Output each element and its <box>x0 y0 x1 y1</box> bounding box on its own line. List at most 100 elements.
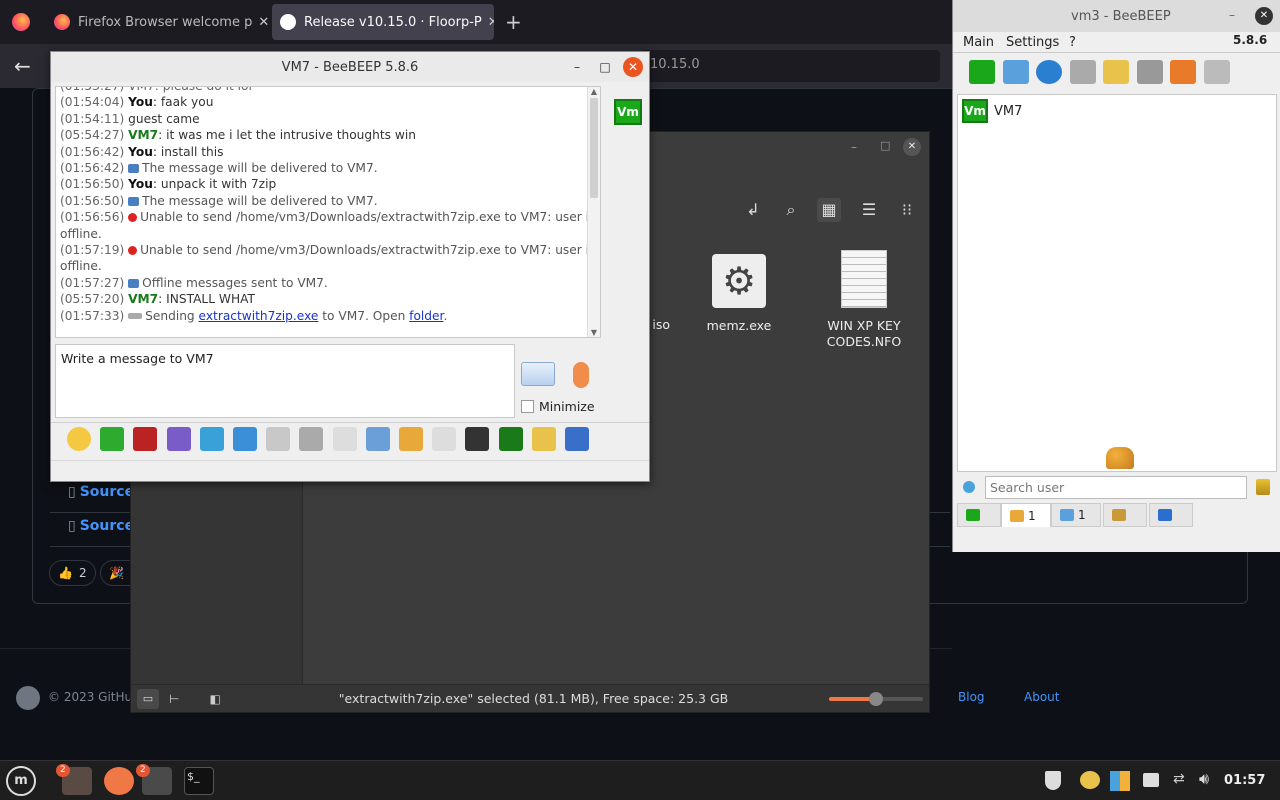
menu-help[interactable]: ? <box>1069 35 1076 50</box>
message-input[interactable]: Write a message to VM7 <box>55 344 515 418</box>
shield-icon[interactable] <box>1045 771 1061 790</box>
firefox-icon[interactable] <box>12 13 30 31</box>
github-logo-icon[interactable] <box>16 686 40 710</box>
footer-link-blog[interactable]: Blog <box>958 690 985 704</box>
send-folder-icon[interactable] <box>399 427 423 451</box>
user-list-item[interactable]: Vm VM7 <box>962 99 1022 123</box>
timestamp: (01:57:33) <box>60 308 125 323</box>
plugins-icon[interactable] <box>1136 60 1163 84</box>
list-view-icon[interactable]: ☰ <box>857 198 881 222</box>
users-tab[interactable]: 1 <box>1001 503 1051 527</box>
grid-view-icon[interactable]: ▦ <box>817 198 841 222</box>
highlight-icon[interactable] <box>100 427 125 451</box>
tab-firefox-welcome[interactable]: Firefox Browser welcome p ✕ <box>46 4 268 40</box>
file-link[interactable]: extractwith7zip.exe <box>199 309 319 323</box>
network-icon[interactable] <box>1036 60 1062 84</box>
send-file-icon[interactable] <box>365 427 390 451</box>
close-icon[interactable]: ✕ <box>1255 7 1273 25</box>
clear-search-icon[interactable] <box>1256 479 1270 495</box>
reaction-thumbs-up[interactable]: 👍 2 <box>49 560 96 586</box>
code-icon[interactable] <box>432 427 457 451</box>
minimize-icon[interactable]: – <box>569 59 585 75</box>
minimize-checkbox[interactable] <box>521 400 534 413</box>
scroll-thumb[interactable] <box>590 98 598 198</box>
tree-icon[interactable]: ⊢ <box>169 692 179 706</box>
settings-icon[interactable] <box>233 427 257 451</box>
search-icon[interactable]: ⌕ <box>779 198 803 222</box>
beebeep-taskbar-icon[interactable]: 2 <box>136 764 172 795</box>
zoom-slider-handle[interactable] <box>869 692 883 706</box>
chat-log: (01:53:27) VM7: please do it lol (01:54:… <box>55 86 601 338</box>
close-tab-icon[interactable]: ✕ <box>252 15 268 30</box>
network-icon[interactable]: ⇄ <box>1173 771 1185 787</box>
footer-link-about[interactable]: About <box>1024 690 1059 704</box>
search-user-field[interactable]: Search user <box>985 476 1247 499</box>
minimize-icon[interactable]: – <box>1229 8 1235 22</box>
archive-icon[interactable] <box>1203 60 1230 84</box>
floorp-taskbar-icon[interactable] <box>104 767 134 795</box>
beebeep-tray-icon[interactable] <box>1080 771 1100 789</box>
emoticon-icon[interactable] <box>67 427 91 451</box>
source-tar-link[interactable]: ▯ Source <box>68 518 134 534</box>
scroll-up-icon[interactable]: ▲ <box>588 87 600 96</box>
new-tab-button[interactable]: + <box>505 10 522 34</box>
notes-icon[interactable] <box>1103 60 1129 84</box>
files-taskbar-icon[interactable]: 2 <box>56 764 92 795</box>
volume-icon[interactable]: 🔊︎ <box>1199 769 1209 789</box>
status-icon[interactable] <box>969 60 995 84</box>
maximize-icon[interactable]: □ <box>880 139 890 152</box>
filter-icon[interactable] <box>199 427 224 451</box>
clock[interactable]: 01:57 <box>1224 773 1265 788</box>
file-item[interactable]: WIN XP KEY CODES.NFO <box>809 250 919 350</box>
close-icon[interactable]: ✕ <box>903 138 921 156</box>
chat-tab[interactable] <box>957 503 1001 527</box>
screenshot-icon[interactable] <box>465 427 490 451</box>
file-item[interactable]: ⚙ memz.exe <box>684 252 794 333</box>
microphone-icon[interactable] <box>573 362 589 388</box>
tab-floorp-release[interactable]: Release v10.15.0 · Floorp-P ✕ <box>272 4 494 40</box>
files-icon <box>1158 509 1172 521</box>
close-icon[interactable]: ✕ <box>623 57 643 77</box>
chat-message: (05:54:27) VM7: it was me i let the intr… <box>60 127 596 143</box>
back-arrow-icon[interactable]: ← <box>14 54 31 78</box>
edit-profile-icon[interactable] <box>1002 60 1029 84</box>
terminal-icon[interactable] <box>498 427 523 451</box>
chat-message: (01:54:11) guest came <box>60 111 596 127</box>
update-icon[interactable] <box>1170 60 1196 84</box>
user-tag[interactable]: Vm <box>614 99 642 125</box>
compact-view-icon[interactable]: ⁝⁝ <box>895 198 919 222</box>
dictionary-icon[interactable] <box>299 427 324 451</box>
terminal-taskbar-icon[interactable]: $_ <box>184 767 214 795</box>
save-icon[interactable] <box>531 427 556 451</box>
chats-tab[interactable]: 1 <box>1051 503 1101 527</box>
print-icon[interactable] <box>565 427 589 451</box>
spellcheck-icon[interactable] <box>266 427 291 451</box>
music-icon[interactable] <box>332 427 357 451</box>
chat-scrollbar[interactable]: ▲ ▼ <box>587 87 600 337</box>
menu-main[interactable]: Main <box>963 35 994 50</box>
zoom-slider[interactable] <box>829 692 923 706</box>
folder-link[interactable]: folder <box>409 309 443 323</box>
users-icon <box>1010 509 1024 522</box>
groups-icon[interactable] <box>1069 60 1096 84</box>
send-icon[interactable] <box>521 362 555 386</box>
places-icon[interactable]: ▭ <box>137 688 159 709</box>
printer-icon[interactable] <box>1143 773 1159 787</box>
up-folder-icon[interactable]: ↲ <box>741 198 765 222</box>
menu-settings[interactable]: Settings <box>1006 35 1059 50</box>
font-icon[interactable] <box>133 427 158 451</box>
mint-menu-icon[interactable]: m <box>6 766 36 796</box>
scroll-down-icon[interactable]: ▼ <box>588 328 600 337</box>
close-tab-icon[interactable]: ✕ <box>482 15 494 30</box>
groups-tab[interactable] <box>1103 503 1147 527</box>
timestamp: (01:54:11) <box>60 111 125 126</box>
maximize-icon[interactable]: □ <box>597 59 613 75</box>
update-manager-icon[interactable] <box>1110 771 1130 791</box>
source-zip-link[interactable]: ▯ Source <box>68 484 134 500</box>
url-field[interactable]: 10.15.0 <box>640 50 940 82</box>
message-text: The message will be delivered to VM7. <box>142 193 378 208</box>
toggle-sidebar-icon[interactable]: ◧ <box>209 692 220 706</box>
color-icon[interactable] <box>166 427 191 451</box>
files-tab[interactable] <box>1149 503 1193 527</box>
minimize-icon[interactable]: – <box>851 140 857 154</box>
